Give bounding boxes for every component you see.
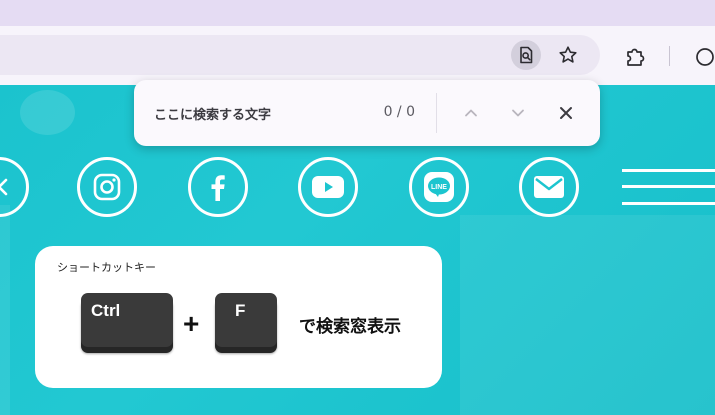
mail-icon[interactable] bbox=[519, 157, 579, 217]
shortcut-card: ショートカットキー Ctrl + F で検索窓表示 bbox=[35, 246, 442, 388]
chevron-down-icon[interactable] bbox=[503, 98, 533, 128]
background-photo bbox=[0, 205, 10, 415]
toolbar-divider bbox=[669, 46, 670, 66]
instagram-icon[interactable] bbox=[77, 157, 137, 217]
find-in-page-icon[interactable] bbox=[511, 40, 541, 70]
youtube-icon[interactable] bbox=[298, 157, 358, 217]
profile-icon[interactable] bbox=[690, 42, 715, 72]
shortcut-description: で検索窓表示 bbox=[299, 317, 401, 337]
close-icon[interactable] bbox=[551, 98, 581, 128]
browser-toolbar bbox=[0, 26, 715, 85]
background-photo bbox=[20, 90, 75, 135]
line-icon[interactable]: LINE bbox=[409, 157, 469, 217]
facebook-icon[interactable] bbox=[188, 157, 248, 217]
find-bar: ここに検索する文字 0 / 0 bbox=[134, 80, 600, 146]
line-label: LINE bbox=[431, 184, 447, 191]
puzzle-icon[interactable] bbox=[620, 42, 650, 72]
find-divider bbox=[436, 93, 437, 133]
background-photo bbox=[460, 215, 715, 415]
find-input[interactable]: ここに検索する文字 bbox=[154, 104, 374, 123]
chevron-up-icon[interactable] bbox=[456, 98, 486, 128]
plus-sign: + bbox=[183, 308, 200, 339]
hamburger-menu-icon[interactable] bbox=[622, 169, 715, 205]
x-icon[interactable] bbox=[0, 157, 29, 217]
star-icon[interactable] bbox=[553, 40, 583, 70]
tab-strip bbox=[0, 0, 715, 26]
ctrl-key: Ctrl bbox=[81, 293, 173, 347]
match-count: 0 / 0 bbox=[383, 104, 415, 120]
shortcut-title: ショートカットキー bbox=[57, 261, 156, 274]
f-key: F bbox=[215, 293, 277, 347]
address-bar[interactable] bbox=[0, 35, 600, 75]
